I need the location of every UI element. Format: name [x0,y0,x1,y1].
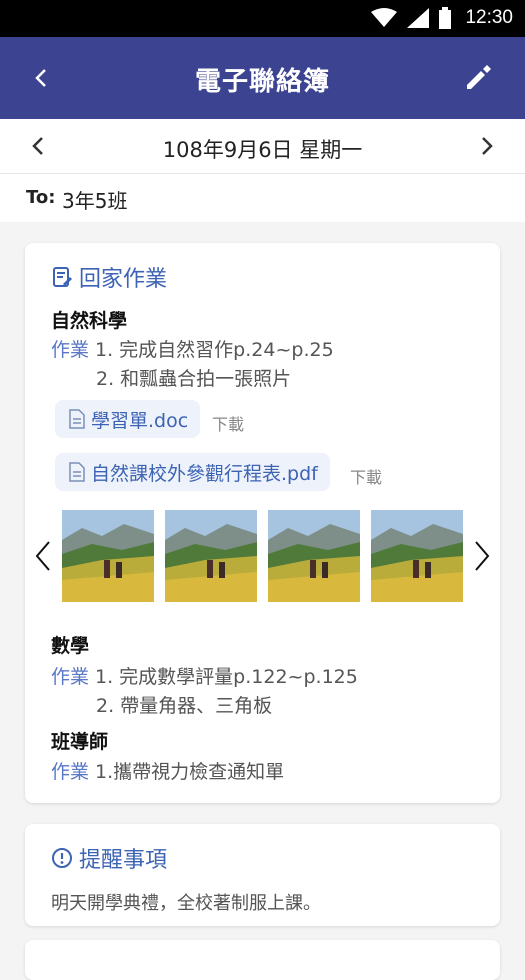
homework-item-text: 1. 完成數學評量p.122~p.125 [95,666,358,688]
photo-thumbnail[interactable] [165,510,257,602]
wifi-icon [371,8,398,27]
homework-card: 回家作業 自然科學 作業 1. 完成自然習作p.24~p.25 2. 和瓢蟲合拍一… [25,243,500,803]
science-item-2: 2. 和瓢蟲合拍一張照片 [96,368,292,390]
homework-item-text: 1. 完成自然習作p.24~p.25 [95,339,334,361]
reminder-text: 明天開學典禮，全校著制服上課。 [51,893,321,914]
chevron-right-icon[interactable] [470,538,494,574]
homework-icon [53,267,72,287]
current-date: 108年9月6日 星期一 [162,138,363,162]
date-bar: 108年9月6日 星期一 [0,119,525,174]
recipient-bar: To: 3年5班 [0,174,525,222]
attachment-pdf[interactable]: 自然課校外參觀行程表.pdf [55,453,330,491]
homework-tag: 作業 [51,761,90,783]
chevron-left-icon[interactable] [31,538,55,574]
next-card [25,940,500,980]
math-item-2: 2. 帶量角器、三角板 [96,695,273,717]
battery-icon [439,7,452,29]
photo-thumbnail[interactable] [268,510,360,602]
reminder-card: 提醒事項 明天開學典禮，全校著制服上課。 [25,824,500,926]
photo-thumbnail[interactable] [371,510,463,602]
edit-icon[interactable] [463,61,495,93]
math-item-1: 作業 1. 完成數學評量p.122~p.125 [51,662,358,689]
status-bar: 12:30 [0,0,525,37]
photo-gallery [25,510,500,602]
status-time: 12:30 [465,7,513,28]
homeroom-item-1: 作業 1.攜帶視力檢查通知單 [51,757,284,784]
subject-math: 數學 [51,635,90,657]
subject-homeroom: 班導師 [51,731,109,753]
photo-thumbnail[interactable] [62,510,154,602]
homework-item-text: 1.攜帶視力檢查通知單 [95,761,285,783]
download-link[interactable]: 下載 [212,411,244,435]
attachment-doc[interactable]: 學習單.doc [55,400,201,438]
homework-tag: 作業 [51,666,90,688]
science-item-1: 作業 1. 完成自然習作p.24~p.25 [51,335,334,362]
recipient-class: 3年5班 [62,189,128,213]
chevron-right-icon[interactable] [473,133,499,159]
reminder-heading: 提醒事項 [51,842,167,874]
homework-heading-text: 回家作業 [79,267,168,292]
download-link[interactable]: 下載 [350,464,382,488]
attachment-name: 學習單.doc [91,409,189,432]
signal-icon [407,8,430,28]
subject-science: 自然科學 [51,310,128,332]
attachment-name: 自然課校外參觀行程表.pdf [91,462,318,485]
homework-heading: 回家作業 [51,261,167,293]
page-title: 電子聯絡簿 [194,67,330,97]
reminder-heading-text: 提醒事項 [79,848,168,873]
document-icon [69,409,85,429]
homework-tag: 作業 [51,339,90,361]
document-icon [69,462,85,482]
alert-circle-icon [52,848,72,868]
app-bar: 電子聯絡簿 [0,37,525,119]
recipient-label: To: [26,187,56,208]
